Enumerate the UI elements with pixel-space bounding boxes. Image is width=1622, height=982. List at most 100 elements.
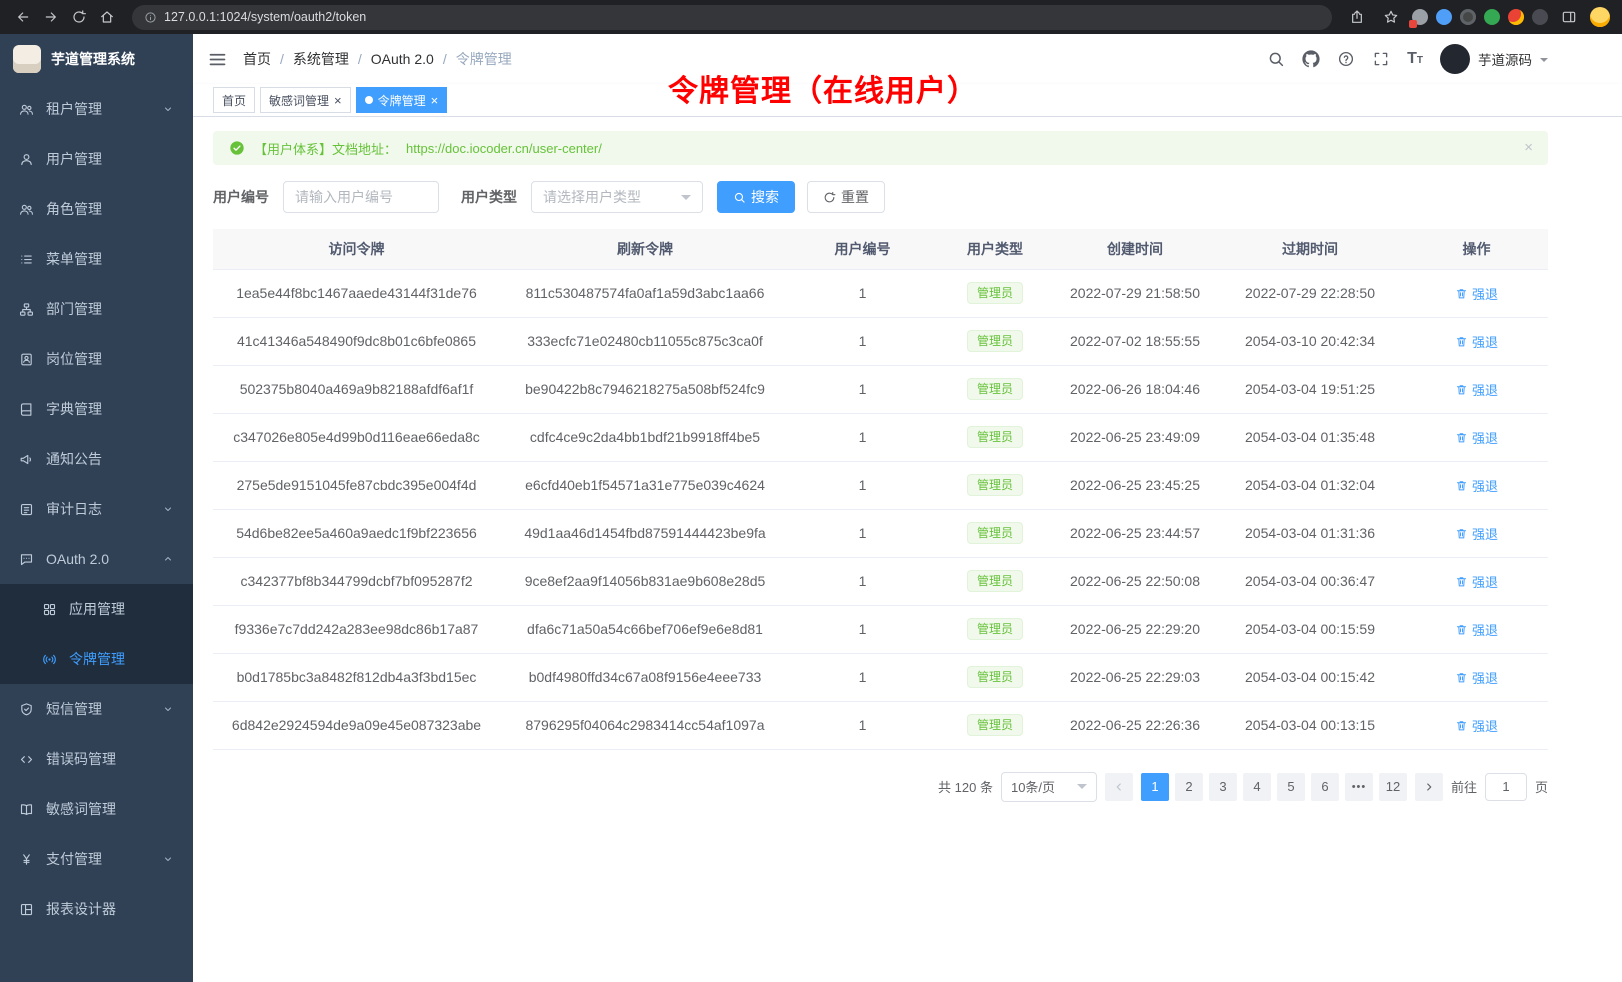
search-icon[interactable] — [1267, 50, 1285, 68]
help-icon[interactable] — [1337, 50, 1355, 68]
user-type-select[interactable]: 请选择用户类型 — [531, 181, 703, 213]
force-logout-button[interactable]: 强退 — [1455, 668, 1498, 687]
reset-button[interactable]: 重置 — [807, 181, 885, 213]
bookmark-star-icon[interactable] — [1378, 4, 1404, 30]
user-type-badge: 管理员 — [967, 282, 1023, 304]
refresh-token-cell: dfa6c71a50a54c66bef706ef9e6e8d81 — [500, 605, 790, 653]
browser-reload-button[interactable] — [66, 4, 92, 30]
main-area: 首页系统管理OAuth 2.0令牌管理 芋道源码 首页 — [193, 34, 1622, 982]
create-time-cell: 2022-06-25 22:29:03 — [1055, 653, 1215, 701]
force-logout-button[interactable]: 强退 — [1455, 524, 1498, 543]
view-tab[interactable]: 首页 — [213, 87, 255, 113]
force-logout-button[interactable]: 强退 — [1455, 572, 1498, 591]
page-size-select[interactable]: 10条/页 — [1001, 772, 1097, 802]
search-button[interactable]: 搜索 — [717, 181, 795, 213]
page-button[interactable]: 6 — [1311, 773, 1339, 801]
breadcrumb-item[interactable]: 首页 — [243, 49, 284, 69]
expire-time-cell: 2054-03-04 00:13:15 — [1215, 701, 1405, 749]
breadcrumb-item[interactable]: OAuth 2.0 — [371, 51, 447, 67]
sidebar-menu-item[interactable]: 租户管理 — [0, 84, 193, 134]
sidebar-menu-item[interactable]: 敏感词管理 — [0, 784, 193, 834]
sidebar-menu-item[interactable]: 支付管理 — [0, 834, 193, 884]
tab-close-icon[interactable] — [334, 94, 342, 107]
page-button[interactable]: 1 — [1141, 773, 1169, 801]
breadcrumb-item[interactable]: 令牌管理 — [456, 49, 512, 69]
app-logo[interactable]: 芋道管理系统 — [0, 34, 193, 84]
column-header: 用户类型 — [935, 229, 1055, 269]
extension-green-icon[interactable] — [1484, 9, 1500, 25]
font-size-icon[interactable] — [1407, 51, 1423, 67]
sidebar-menu-item[interactable]: 审计日志 — [0, 484, 193, 534]
doc-alert: 【用户体系】文档地址： https://doc.iocoder.cn/user-… — [213, 131, 1548, 165]
breadcrumb-item[interactable]: 系统管理 — [293, 49, 362, 69]
sidebar-toggle-icon[interactable] — [1556, 4, 1582, 30]
page-button[interactable]: ••• — [1345, 773, 1373, 801]
sidebar-menu-item[interactable]: 应用管理 — [0, 584, 193, 634]
extension-blue-icon[interactable] — [1436, 9, 1452, 25]
user-id-input[interactable] — [283, 181, 439, 213]
refresh-icon — [823, 191, 836, 204]
sidebar-menu-item[interactable]: 部门管理 — [0, 284, 193, 334]
force-logout-button[interactable]: 强退 — [1455, 332, 1498, 351]
sidebar-menu-item[interactable]: 令牌管理 — [0, 634, 193, 684]
view-tab[interactable]: 敏感词管理 — [260, 87, 351, 113]
sidebar-item-label: 用户管理 — [46, 149, 102, 169]
page-button[interactable]: 2 — [1175, 773, 1203, 801]
sidebar-menu-item[interactable]: 用户管理 — [0, 134, 193, 184]
force-logout-button[interactable]: 强退 — [1455, 284, 1498, 303]
goto-page-input[interactable] — [1485, 773, 1527, 801]
sidebar-menu-item[interactable]: 角色管理 — [0, 184, 193, 234]
sidebar-menu-item[interactable]: 岗位管理 — [0, 334, 193, 384]
page-button[interactable]: 12 — [1379, 773, 1407, 801]
sidebar-menu-item[interactable]: 报表设计器 — [0, 884, 193, 934]
broadcast-icon — [42, 652, 57, 667]
extension-multicolor-icon[interactable] — [1508, 9, 1524, 25]
sidebar-menu-item[interactable]: 错误码管理 — [0, 734, 193, 784]
sidebar-collapse-button[interactable] — [207, 49, 228, 70]
url-text[interactable]: 127.0.0.1:1024/system/oauth2/token — [164, 10, 366, 24]
tab-close-icon[interactable] — [431, 94, 439, 107]
view-tab[interactable]: 令牌管理 — [356, 87, 448, 113]
book-icon — [19, 802, 34, 817]
fullscreen-icon[interactable] — [1372, 50, 1390, 68]
alert-close-icon[interactable] — [1524, 140, 1533, 155]
share-icon[interactable] — [1344, 4, 1370, 30]
page-button[interactable]: 5 — [1277, 773, 1305, 801]
force-logout-button[interactable]: 强退 — [1455, 716, 1498, 735]
user-id-cell: 1 — [790, 413, 935, 461]
sidebar-item-label: 通知公告 — [46, 449, 102, 469]
next-page-button[interactable] — [1415, 773, 1443, 801]
sidebar-menu-item[interactable]: 短信管理 — [0, 684, 193, 734]
prev-page-button[interactable] — [1105, 773, 1133, 801]
page-content: 【用户体系】文档地址： https://doc.iocoder.cn/user-… — [193, 117, 1622, 982]
page-button[interactable]: 4 — [1243, 773, 1271, 801]
force-logout-button[interactable]: 强退 — [1455, 428, 1498, 447]
page-button[interactable]: 3 — [1209, 773, 1237, 801]
delete-icon — [1455, 575, 1468, 588]
action-cell: 强退 — [1405, 701, 1548, 749]
sidebar-menu-item[interactable]: 字典管理 — [0, 384, 193, 434]
create-time-cell: 2022-06-25 23:49:09 — [1055, 413, 1215, 461]
sidebar-menu-item[interactable]: 通知公告 — [0, 434, 193, 484]
sidebar-menu-item[interactable]: 菜单管理 — [0, 234, 193, 284]
browser-home-button[interactable] — [94, 4, 120, 30]
site-info-icon[interactable] — [144, 11, 157, 24]
force-logout-button[interactable]: 强退 — [1455, 620, 1498, 639]
github-icon[interactable] — [1302, 50, 1320, 68]
browser-actions — [1344, 4, 1612, 30]
force-logout-button[interactable]: 强退 — [1455, 380, 1498, 399]
browser-profile-avatar[interactable] — [1590, 7, 1610, 27]
sidebar-item-label: 字典管理 — [46, 399, 102, 419]
browser-back-button[interactable] — [10, 4, 36, 30]
force-logout-button[interactable]: 强退 — [1455, 476, 1498, 495]
extension-dark-icon[interactable] — [1460, 9, 1476, 25]
column-header: 过期时间 — [1215, 229, 1405, 269]
doc-link[interactable]: https://doc.iocoder.cn/user-center/ — [406, 141, 602, 156]
force-logout-label: 强退 — [1472, 380, 1498, 399]
extension-badged-icon[interactable] — [1412, 9, 1428, 25]
address-bar[interactable]: 127.0.0.1:1024/system/oauth2/token — [132, 5, 1332, 30]
sidebar-menu-item[interactable]: OAuth 2.0 — [0, 534, 193, 584]
user-menu[interactable]: 芋道源码 — [1440, 44, 1548, 74]
extension-paw-icon[interactable] — [1532, 9, 1548, 25]
browser-forward-button[interactable] — [38, 4, 64, 30]
